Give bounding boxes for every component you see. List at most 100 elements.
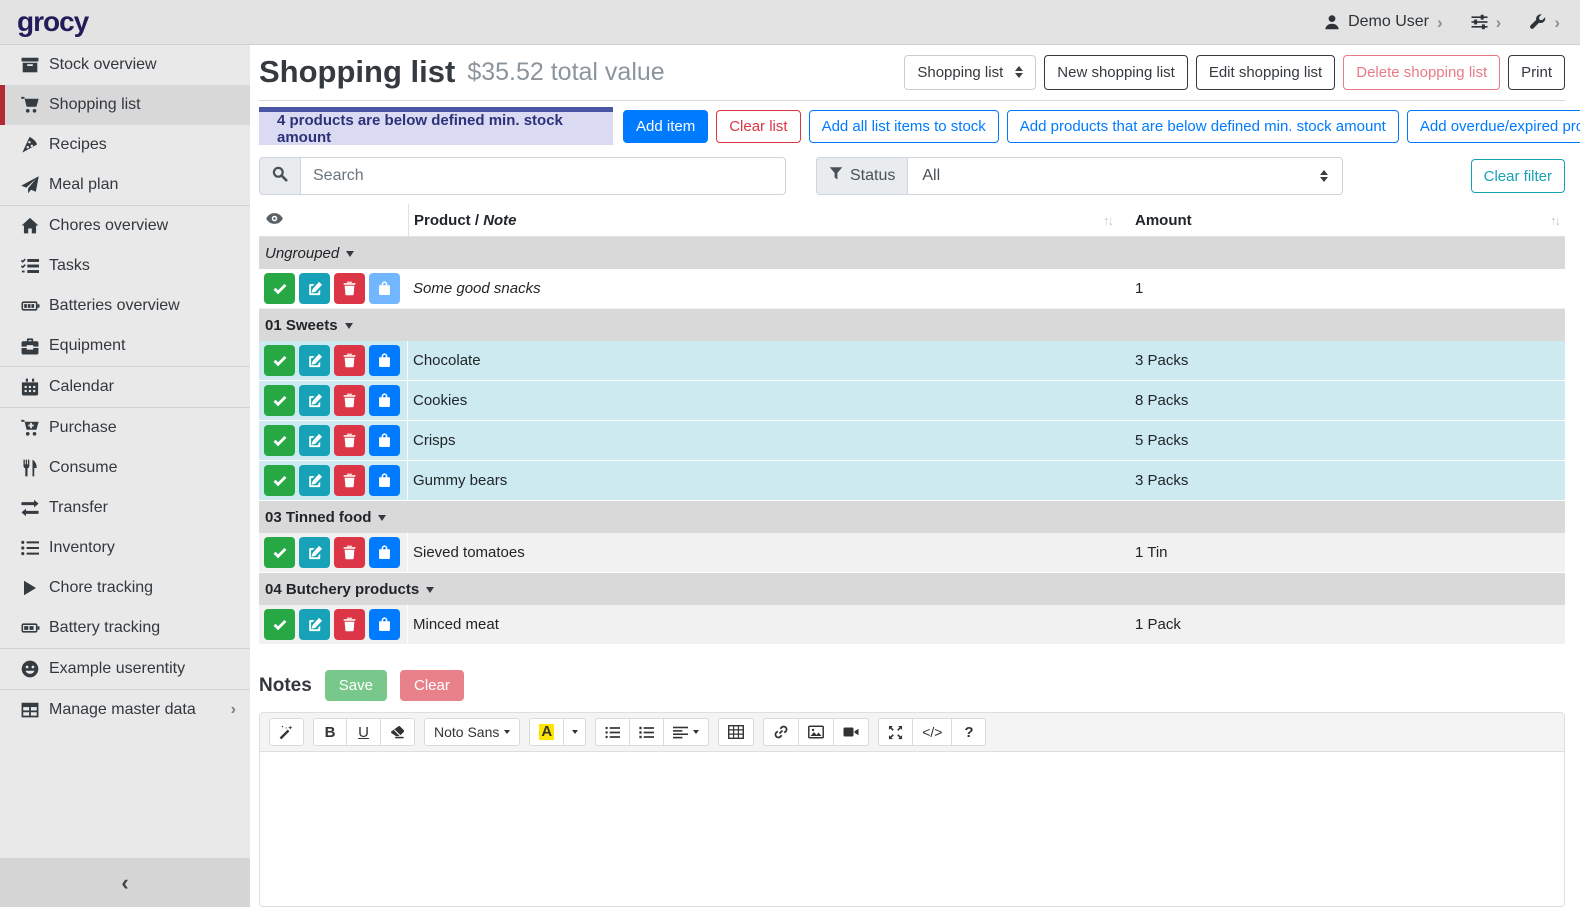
notes-textarea[interactable] bbox=[260, 752, 1564, 906]
add-item-button[interactable]: Add item bbox=[623, 110, 708, 143]
product-name: Crisps bbox=[408, 421, 1120, 460]
mark-done-button[interactable] bbox=[264, 609, 295, 640]
clear-notes-button[interactable]: Clear bbox=[400, 670, 464, 701]
sidebar-item-battery-tracking[interactable]: Battery tracking bbox=[0, 608, 250, 648]
magic-style-button[interactable] bbox=[269, 718, 304, 746]
below-min-stock-alert[interactable]: 4 products are below defined min. stock … bbox=[259, 107, 613, 145]
sidebar-item-consume[interactable]: Consume bbox=[0, 448, 250, 488]
eraser-button[interactable] bbox=[381, 718, 415, 746]
delete-shopping-list-button[interactable]: Delete shopping list bbox=[1343, 55, 1500, 90]
user-menu[interactable]: Demo User › bbox=[1324, 13, 1443, 31]
mark-done-button[interactable] bbox=[264, 385, 295, 416]
add-to-stock-button[interactable] bbox=[369, 537, 400, 568]
unordered-list-button[interactable] bbox=[595, 718, 630, 746]
calendar-icon bbox=[20, 378, 40, 396]
delete-item-button[interactable] bbox=[334, 537, 365, 568]
table-row: Chocolate 3 Packs bbox=[259, 341, 1565, 381]
sidebar-collapse-button[interactable]: ‹ bbox=[0, 858, 250, 907]
paragraph-align-button[interactable] bbox=[664, 718, 709, 746]
add-all-to-stock-button[interactable]: Add all list items to stock bbox=[809, 110, 999, 143]
settings-menu[interactable]: › bbox=[1471, 14, 1502, 31]
sidebar-item-batteries-overview[interactable]: Batteries overview bbox=[0, 286, 250, 326]
codeview-button[interactable]: </> bbox=[913, 718, 952, 746]
clear-list-button[interactable]: Clear list bbox=[716, 110, 800, 143]
edit-item-button[interactable] bbox=[299, 537, 330, 568]
edit-item-button[interactable] bbox=[299, 425, 330, 456]
edit-item-button[interactable] bbox=[299, 273, 330, 304]
admin-menu[interactable]: › bbox=[1529, 14, 1560, 31]
mark-done-button[interactable] bbox=[264, 345, 295, 376]
underline-button[interactable]: U bbox=[347, 718, 381, 746]
search-input[interactable] bbox=[300, 157, 786, 195]
sidebar-item-stock-overview[interactable]: Stock overview bbox=[0, 45, 250, 85]
sidebar-item-meal-plan[interactable]: Meal plan bbox=[0, 165, 250, 205]
insert-video-button[interactable] bbox=[834, 718, 869, 746]
sidebar-item-example-userentity[interactable]: Example userentity bbox=[0, 649, 250, 689]
group-header[interactable]: 03 Tinned food bbox=[259, 501, 1565, 533]
mark-done-button[interactable] bbox=[264, 537, 295, 568]
sidebar-item-inventory[interactable]: Inventory bbox=[0, 528, 250, 568]
edit-item-button[interactable] bbox=[299, 609, 330, 640]
edit-item-button[interactable] bbox=[299, 385, 330, 416]
add-to-stock-button[interactable] bbox=[369, 385, 400, 416]
bold-button[interactable]: B bbox=[313, 718, 347, 746]
sidebar-item-transfer[interactable]: Transfer bbox=[0, 488, 250, 528]
group-header[interactable]: Ungrouped bbox=[259, 237, 1565, 269]
clear-filter-button[interactable]: Clear filter bbox=[1471, 159, 1565, 193]
sidebar-item-label: Tasks bbox=[49, 257, 90, 275]
add-below-min-button[interactable]: Add products that are below defined min.… bbox=[1007, 110, 1399, 143]
add-overdue-button[interactable]: Add overdue/expired products bbox=[1407, 110, 1580, 143]
sidebar-item-label: Recipes bbox=[49, 136, 107, 154]
delete-item-button[interactable] bbox=[334, 465, 365, 496]
mark-done-button[interactable] bbox=[264, 273, 295, 304]
sidebar-item-tasks[interactable]: Tasks bbox=[0, 246, 250, 286]
font-color-caret-button[interactable] bbox=[564, 718, 586, 746]
sidebar-item-shopping-list[interactable]: Shopping list bbox=[0, 85, 250, 125]
new-shopping-list-button[interactable]: New shopping list bbox=[1044, 55, 1188, 90]
mark-done-button[interactable] bbox=[264, 425, 295, 456]
product-column-header[interactable]: Product / Note ↑↓ bbox=[408, 204, 1120, 236]
table-header-row: Product / Note ↑↓ Amount ↑↓ bbox=[259, 204, 1565, 237]
insert-link-button[interactable] bbox=[763, 718, 799, 746]
group-header[interactable]: 04 Butchery products bbox=[259, 573, 1565, 605]
font-family-button[interactable]: Noto Sans bbox=[424, 718, 520, 746]
shopping-list-select[interactable]: Shopping list bbox=[904, 55, 1036, 90]
sidebar-item-equipment[interactable]: Equipment bbox=[0, 326, 250, 366]
print-button[interactable]: Print bbox=[1508, 55, 1565, 90]
sidebar-item-chore-tracking[interactable]: Chore tracking bbox=[0, 568, 250, 608]
add-to-stock-button[interactable] bbox=[369, 273, 400, 304]
add-to-stock-button[interactable] bbox=[369, 465, 400, 496]
table-row: Crisps 5 Packs bbox=[259, 421, 1565, 461]
amount-column-header[interactable]: Amount ↑↓ bbox=[1120, 204, 1565, 236]
delete-item-button[interactable] bbox=[334, 425, 365, 456]
sidebar-item-label: Calendar bbox=[49, 378, 114, 396]
edit-item-button[interactable] bbox=[299, 345, 330, 376]
delete-item-button[interactable] bbox=[334, 345, 365, 376]
insert-table-button[interactable] bbox=[718, 718, 754, 746]
help-button[interactable]: ? bbox=[952, 718, 986, 746]
delete-item-button[interactable] bbox=[334, 273, 365, 304]
save-notes-button[interactable]: Save bbox=[325, 670, 387, 701]
sidebar-item-purchase[interactable]: Purchase bbox=[0, 408, 250, 448]
mark-done-button[interactable] bbox=[264, 465, 295, 496]
add-to-stock-button[interactable] bbox=[369, 345, 400, 376]
group-header[interactable]: 01 Sweets bbox=[259, 309, 1565, 341]
amount: 3 Packs bbox=[1120, 341, 1565, 380]
sidebar-item-manage-master-data[interactable]: Manage master data › bbox=[0, 690, 250, 730]
add-to-stock-button[interactable] bbox=[369, 425, 400, 456]
sidebar-item-chores-overview[interactable]: Chores overview bbox=[0, 206, 250, 246]
edit-item-button[interactable] bbox=[299, 465, 330, 496]
fullscreen-button[interactable] bbox=[878, 718, 913, 746]
sidebar-item-calendar[interactable]: Calendar bbox=[0, 367, 250, 407]
table-row: Gummy bears 3 Packs bbox=[259, 461, 1565, 501]
delete-item-button[interactable] bbox=[334, 385, 365, 416]
edit-shopping-list-button[interactable]: Edit shopping list bbox=[1196, 55, 1335, 90]
cart-plus-icon bbox=[20, 419, 40, 437]
insert-picture-button[interactable] bbox=[799, 718, 834, 746]
font-color-button[interactable]: A bbox=[529, 718, 564, 746]
ordered-list-button[interactable] bbox=[630, 718, 664, 746]
add-to-stock-button[interactable] bbox=[369, 609, 400, 640]
delete-item-button[interactable] bbox=[334, 609, 365, 640]
sidebar-item-recipes[interactable]: Recipes bbox=[0, 125, 250, 165]
status-select[interactable]: All bbox=[907, 157, 1343, 195]
